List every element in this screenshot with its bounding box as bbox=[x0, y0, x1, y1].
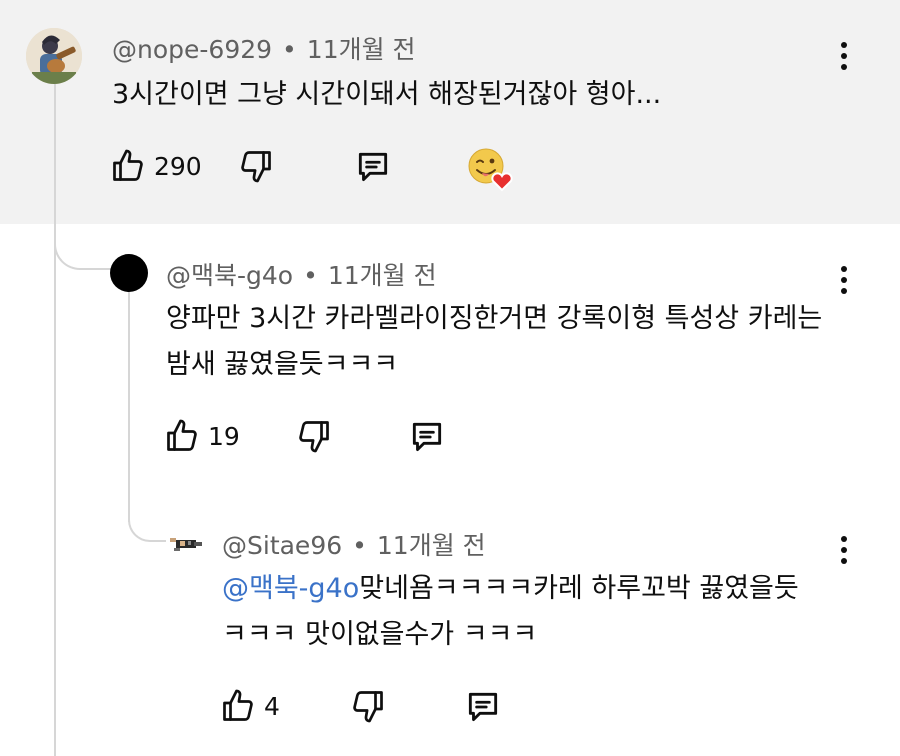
comment-time[interactable]: 11개월 전 bbox=[307, 35, 416, 64]
dislike-button[interactable] bbox=[238, 148, 274, 184]
like-icon bbox=[223, 689, 253, 721]
mention-link[interactable]: @맥북-g4o bbox=[222, 573, 359, 604]
comment-time[interactable]: 11개월 전 bbox=[328, 261, 437, 290]
creator-heart-icon bbox=[468, 148, 513, 192]
reply-button[interactable] bbox=[354, 148, 392, 186]
comment-actions: 290 bbox=[110, 148, 530, 192]
like-button[interactable]: 4 bbox=[220, 688, 280, 724]
reply-icon bbox=[358, 152, 388, 182]
comment-meta: @맥북-g4o • 11개월 전 bbox=[166, 256, 437, 292]
dislike-icon bbox=[353, 691, 383, 723]
like-icon bbox=[167, 419, 197, 451]
meta-separator: • bbox=[303, 261, 318, 290]
thread-line-curve bbox=[54, 210, 116, 270]
comment-text: @맥북-g4o맞네욤ㅋㅋㅋㅋ카레 하루꼬박 끓였을듯 ㅋㅋㅋ 맛이없을수가 ㅋㅋ… bbox=[222, 566, 822, 658]
dislike-icon bbox=[299, 421, 329, 453]
reply-icon bbox=[468, 692, 498, 722]
meta-separator: • bbox=[282, 35, 297, 64]
creator-heart bbox=[466, 146, 514, 194]
thread-line-curve bbox=[128, 500, 166, 542]
thread-line bbox=[128, 292, 130, 522]
thread-line bbox=[54, 84, 56, 756]
author-handle[interactable]: @nope-6929 bbox=[112, 35, 272, 64]
dislike-button[interactable] bbox=[350, 688, 386, 724]
reply-icon bbox=[412, 422, 442, 452]
comment-text: 양파만 3시간 카라멜라이징한거면 강록이형 특성상 카레는 밤새 끓였을듯ㅋㅋ… bbox=[166, 303, 823, 380]
avatar[interactable] bbox=[26, 28, 82, 84]
author-handle[interactable]: @맥북-g4o bbox=[166, 261, 293, 290]
like-icon bbox=[113, 149, 143, 181]
like-button[interactable]: 290 bbox=[110, 148, 202, 184]
comment-actions: 19 bbox=[164, 418, 464, 462]
more-vert-icon[interactable] bbox=[832, 532, 856, 568]
more-vert-icon[interactable] bbox=[832, 38, 856, 74]
comment-meta: @Sitae96 • 11개월 전 bbox=[222, 526, 486, 562]
like-count: 4 bbox=[264, 691, 280, 721]
reply-button[interactable] bbox=[464, 688, 502, 726]
avatar[interactable] bbox=[110, 254, 148, 292]
comment-text: 3시간이면 그냥 시간이돼서 해장된거잖아 형아... bbox=[112, 79, 662, 110]
comment-actions: 4 bbox=[220, 688, 520, 732]
more-vert-icon[interactable] bbox=[832, 262, 856, 298]
dislike-button[interactable] bbox=[296, 418, 332, 454]
dislike-icon bbox=[241, 151, 271, 183]
avatar[interactable] bbox=[166, 524, 206, 564]
like-button[interactable]: 19 bbox=[164, 418, 240, 454]
meta-separator: • bbox=[352, 531, 367, 560]
author-handle[interactable]: @Sitae96 bbox=[222, 531, 342, 560]
comment-meta: @nope-6929 • 11개월 전 bbox=[112, 30, 416, 66]
like-count: 290 bbox=[154, 151, 202, 181]
reply-button[interactable] bbox=[408, 418, 446, 456]
like-count: 19 bbox=[208, 421, 240, 451]
comment-time[interactable]: 11개월 전 bbox=[377, 531, 486, 560]
